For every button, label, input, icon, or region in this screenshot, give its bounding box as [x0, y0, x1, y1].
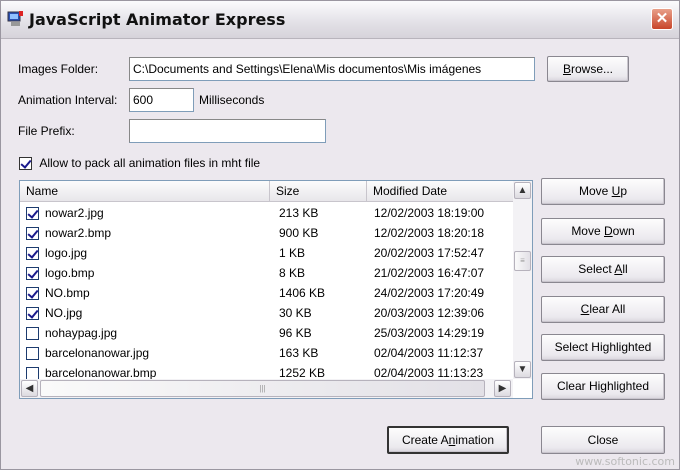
file-size: 213 KB: [279, 206, 319, 220]
horizontal-scrollbar[interactable]: ◀ ||| ▶: [20, 379, 513, 398]
pack-mht-checkbox[interactable]: Allow to pack all animation files in mht…: [19, 156, 261, 171]
file-size: 1 KB: [279, 246, 306, 260]
side-button-3[interactable]: Clear All: [541, 296, 665, 323]
scroll-right-icon[interactable]: ▶: [494, 380, 511, 397]
row-checkbox[interactable]: [26, 227, 39, 241]
images-folder-input[interactable]: C:\Documents and Settings\Elena\Mis docu…: [129, 57, 535, 81]
list-item[interactable]: logo.jpg 1 KB 20/02/2003 17:52:47: [20, 243, 513, 263]
file-date: 20/02/2003 17:52:47: [374, 246, 485, 260]
close-icon: ✕: [655, 10, 669, 27]
file-date: 20/03/2003 12:39:06: [374, 306, 485, 320]
list-item[interactable]: logo.bmp 8 KB 21/02/2003 16:47:07: [20, 263, 513, 283]
file-date: 21/02/2003 16:47:07: [374, 266, 485, 280]
title-bar[interactable]: JavaScript Animator Express ✕: [1, 1, 679, 39]
app-window: JavaScript Animator Express ✕ Images Fol…: [0, 0, 680, 470]
side-button-5[interactable]: Clear Highlighted: [541, 373, 665, 400]
file-date: 02/04/2003 11:12:37: [374, 346, 484, 360]
row-checkbox[interactable]: [26, 347, 39, 361]
file-date: 25/03/2003 14:29:19: [374, 326, 485, 340]
button-label: Move: [578, 184, 612, 198]
row-checkbox[interactable]: [26, 207, 39, 221]
file-date: 12/02/2003 18:19:00: [374, 206, 485, 220]
button-accel: C: [580, 302, 590, 316]
button-label: Select Highlighted: [554, 340, 652, 354]
side-button-2[interactable]: Select All: [541, 256, 665, 283]
list-item[interactable]: NO.jpg 30 KB 20/03/2003 12:39:06: [20, 303, 513, 323]
side-button-0[interactable]: Move Up: [541, 178, 665, 205]
file-name: barcelonanowar.jpg: [45, 346, 150, 360]
file-date: 24/02/2003 17:20:49: [374, 286, 485, 300]
app-icon: [7, 11, 23, 26]
file-name: nowar2.jpg: [45, 206, 104, 220]
button-label: Clear Highlighted: [556, 379, 650, 393]
row-checkbox[interactable]: [26, 287, 39, 301]
list-item[interactable]: barcelonanowar.jpg 163 KB 02/04/2003 11:…: [20, 343, 513, 363]
images-folder-label: Images Folder:: [18, 62, 99, 76]
checkbox-icon[interactable]: [19, 157, 32, 171]
file-name: NO.bmp: [45, 286, 90, 300]
watermark: www.softonic.com: [575, 455, 675, 468]
milliseconds-label: Milliseconds: [199, 93, 265, 107]
file-size: 96 KB: [279, 326, 312, 340]
side-button-1[interactable]: Move Down: [541, 218, 665, 245]
file-size: 163 KB: [279, 346, 319, 360]
create-animation-button[interactable]: Create Animation: [387, 426, 509, 454]
browse-button[interactable]: Browse...: [547, 56, 629, 82]
scroll-down-icon[interactable]: ▼: [514, 361, 531, 378]
column-header-date[interactable]: Modified Date: [367, 181, 513, 202]
button-label-rest: p: [620, 184, 628, 198]
button-label-rest: lear All: [589, 302, 626, 316]
close-button[interactable]: Close: [541, 426, 665, 454]
scroll-up-icon[interactable]: ▲: [514, 182, 531, 199]
create-animation-label: Create A: [401, 433, 449, 447]
list-item[interactable]: nohaypag.jpg 96 KB 25/03/2003 14:29:19: [20, 323, 513, 343]
list-item[interactable]: nowar2.bmp 900 KB 12/02/2003 18:20:18: [20, 223, 513, 243]
animation-interval-input[interactable]: 600: [129, 88, 194, 112]
file-name: nohaypag.jpg: [45, 326, 118, 340]
list-item[interactable]: NO.bmp 1406 KB 24/02/2003 17:20:49: [20, 283, 513, 303]
scroll-left-icon[interactable]: ◀: [21, 380, 38, 397]
file-list[interactable]: Name Size Modified Date nowar2.jpg 213 K…: [19, 180, 533, 399]
list-item[interactable]: nowar2.jpg 213 KB 12/02/2003 18:19:00: [20, 203, 513, 223]
button-label-rest: own: [612, 224, 635, 238]
side-button-4[interactable]: Select Highlighted: [541, 334, 665, 361]
button-label: Move: [571, 224, 604, 238]
file-name: NO.jpg: [45, 306, 83, 320]
row-checkbox[interactable]: [26, 327, 39, 341]
row-checkbox[interactable]: [26, 267, 39, 281]
close-window-button[interactable]: ✕: [651, 8, 673, 30]
file-size: 1406 KB: [279, 286, 326, 300]
column-header-size[interactable]: Size: [270, 181, 367, 202]
file-name: nowar2.bmp: [45, 226, 112, 240]
pack-mht-label: Allow to pack all animation files in mht…: [39, 156, 261, 170]
file-name: logo.bmp: [45, 266, 95, 280]
horizontal-scroll-thumb[interactable]: |||: [40, 380, 485, 397]
file-prefix-input[interactable]: [129, 119, 326, 143]
file-size: 8 KB: [279, 266, 306, 280]
row-checkbox[interactable]: [26, 307, 39, 321]
file-size: 900 KB: [279, 226, 319, 240]
file-size: 30 KB: [279, 306, 312, 320]
create-animation-label-rest: imation: [455, 433, 495, 447]
list-header: Name Size Modified Date: [20, 181, 513, 202]
file-date: 12/02/2003 18:20:18: [374, 226, 485, 240]
button-label: Select: [578, 262, 615, 276]
animation-interval-label: Animation Interval:: [18, 93, 118, 107]
file-prefix-label: File Prefix:: [18, 124, 75, 138]
window-title: JavaScript Animator Express: [29, 10, 286, 29]
vertical-scrollbar[interactable]: ▲ ≡ ▼: [513, 181, 532, 379]
row-checkbox[interactable]: [26, 247, 39, 261]
column-header-name[interactable]: Name: [20, 181, 270, 202]
button-accel: D: [604, 224, 613, 238]
vertical-scroll-thumb[interactable]: ≡: [514, 251, 531, 271]
file-name: logo.jpg: [45, 246, 88, 260]
button-label-rest: ll: [622, 262, 628, 276]
